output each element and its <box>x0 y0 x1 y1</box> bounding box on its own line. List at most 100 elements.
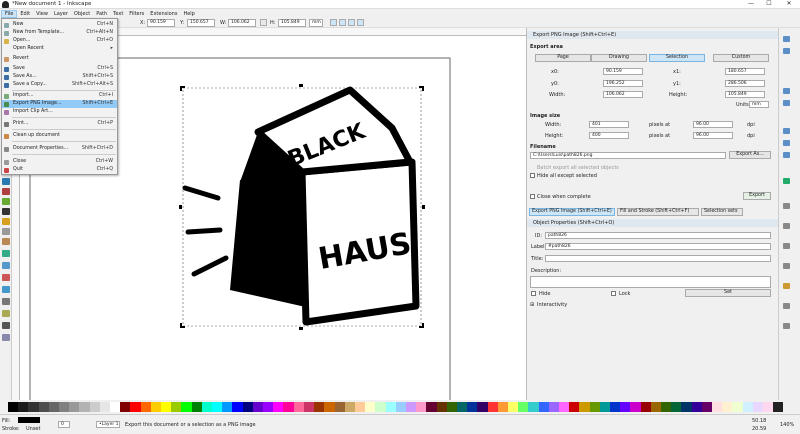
eraser-icon[interactable] <box>2 188 10 195</box>
palette-swatch[interactable] <box>477 402 488 412</box>
area-custom-button[interactable]: Custom <box>713 54 769 62</box>
menu-path[interactable]: Path <box>93 11 110 17</box>
palette-swatch[interactable] <box>263 402 274 412</box>
palette-swatches[interactable] <box>8 402 784 412</box>
palette-swatch[interactable] <box>456 402 468 412</box>
interactivity-expander-icon[interactable]: ⊞ <box>530 302 534 308</box>
palette-swatch[interactable] <box>99 402 111 412</box>
palette-swatch[interactable] <box>630 402 641 412</box>
area-width-field[interactable]: 106.062 <box>603 91 643 98</box>
menu-extensions[interactable]: Extensions <box>147 11 180 17</box>
palette-swatch[interactable] <box>273 402 284 412</box>
palette-swatch[interactable] <box>518 402 529 412</box>
menu-item-new[interactable]: New Ctrl+N <box>2 21 117 29</box>
menu-item-quit[interactable]: Quit Ctrl+Q <box>2 166 117 174</box>
palette-swatch[interactable] <box>8 402 19 412</box>
spiral-icon[interactable] <box>2 250 10 257</box>
palette-swatch[interactable] <box>405 402 417 412</box>
maximize-button[interactable]: ☐ <box>762 0 776 7</box>
palette-swatch[interactable] <box>609 402 621 412</box>
palette-swatch[interactable] <box>120 402 131 412</box>
palette-swatch[interactable] <box>201 402 213 412</box>
export-as-button[interactable]: Export As... <box>729 151 771 159</box>
print-cmd-icon[interactable] <box>783 303 790 309</box>
dpi-field-1[interactable]: 96.00 <box>693 121 733 128</box>
menu-filters[interactable]: Filters <box>126 11 147 17</box>
palette-swatch[interactable] <box>314 402 325 412</box>
palette-swatch[interactable] <box>671 402 682 412</box>
palette-swatch[interactable] <box>344 402 355 412</box>
palette-swatch[interactable] <box>558 402 570 412</box>
x-field[interactable]: 90.159 <box>147 19 175 27</box>
palette-swatch[interactable] <box>385 402 396 412</box>
interactivity-label[interactable]: Interactivity <box>537 302 567 308</box>
palette-swatch[interactable] <box>763 402 774 412</box>
palette-swatch[interactable] <box>446 402 457 412</box>
palette-swatch[interactable] <box>69 402 80 412</box>
menu-object[interactable]: Object <box>71 11 93 17</box>
export-button[interactable]: Export <box>743 192 771 200</box>
palette-swatch[interactable] <box>528 402 539 412</box>
label-field[interactable]: #path826 <box>545 243 771 250</box>
px-height-field[interactable]: 400 <box>589 132 629 139</box>
snap-icon[interactable] <box>783 48 790 54</box>
menu-item-open-recent[interactable]: Open Recent ▸ <box>2 45 117 53</box>
menu-help[interactable]: Help <box>180 11 197 17</box>
palette-swatch[interactable] <box>375 402 386 412</box>
palette-swatch[interactable] <box>661 402 672 412</box>
palette-swatch[interactable] <box>507 402 519 412</box>
palette-swatch[interactable] <box>569 402 580 412</box>
y-field[interactable]: 150.657 <box>187 19 215 27</box>
palette-swatch[interactable] <box>334 402 345 412</box>
palette-swatch[interactable] <box>38 402 49 412</box>
palette-swatch[interactable] <box>232 402 243 412</box>
dropper-icon[interactable] <box>2 286 10 293</box>
tab-fill-stroke[interactable]: Fill and Stroke (Shift+Ctrl+F) <box>617 208 699 216</box>
palette-swatch[interactable] <box>701 402 713 412</box>
palette-swatch[interactable] <box>599 402 610 412</box>
palette-swatch[interactable] <box>548 402 559 412</box>
menu-text[interactable]: Text <box>110 11 126 17</box>
palette-swatch[interactable] <box>497 402 508 412</box>
palette-swatch[interactable] <box>140 402 151 412</box>
palette-swatch[interactable] <box>538 402 549 412</box>
opacity-field[interactable]: 0 <box>58 421 70 428</box>
palette-swatch[interactable] <box>48 402 60 412</box>
y0-field[interactable]: 196.252 <box>603 80 643 87</box>
lock-ratio-icon[interactable] <box>260 19 267 26</box>
zoom-icon[interactable] <box>783 36 790 42</box>
menu-item-import-clip-art[interactable]: Import Clip Art... <box>2 108 117 116</box>
snap-midpoints-icon[interactable] <box>783 152 790 158</box>
dpi-field-2[interactable]: 96.00 <box>693 132 733 139</box>
palette-swatch[interactable] <box>589 402 600 412</box>
px-width-field[interactable]: 401 <box>589 121 629 128</box>
title-field[interactable] <box>545 255 771 262</box>
palette-swatch[interactable] <box>691 402 702 412</box>
close-when-complete-checkbox[interactable] <box>530 194 535 199</box>
menu-item-import[interactable]: Import... Ctrl+I <box>2 92 117 100</box>
menu-item-clean-up[interactable]: Clean up document <box>2 132 117 140</box>
palette-swatch[interactable] <box>110 402 121 412</box>
transform-icon[interactable] <box>783 243 790 249</box>
layers-icon[interactable] <box>783 223 790 229</box>
palette-swatch[interactable] <box>620 402 631 412</box>
menu-item-save-as[interactable]: Save As... Shift+Ctrl+S <box>2 73 117 81</box>
palette-swatch[interactable] <box>773 402 784 412</box>
area-drawing-button[interactable]: Drawing <box>591 54 647 62</box>
mesh-icon[interactable] <box>2 274 10 281</box>
measure-icon[interactable] <box>2 334 10 341</box>
x0-field[interactable]: 90.159 <box>603 68 643 75</box>
palette-swatch[interactable] <box>467 402 478 412</box>
snap-nodes-icon[interactable] <box>783 100 790 106</box>
spray-icon[interactable] <box>2 178 10 185</box>
palette-swatch[interactable] <box>283 402 294 412</box>
id-field[interactable]: path826 <box>545 232 771 239</box>
layer-select[interactable]: •Layer 1 <box>96 421 120 428</box>
area-height-field[interactable]: 105.849 <box>725 91 765 98</box>
menu-item-revert[interactable]: Revert <box>2 55 117 63</box>
area-page-button[interactable]: Page <box>535 54 591 62</box>
palette-swatch[interactable] <box>722 402 733 412</box>
menu-item-export-png[interactable]: Export PNG Image... Shift+Ctrl+E <box>2 100 117 108</box>
menu-layer[interactable]: Layer <box>51 11 71 17</box>
minimize-button[interactable]: — <box>744 0 758 7</box>
